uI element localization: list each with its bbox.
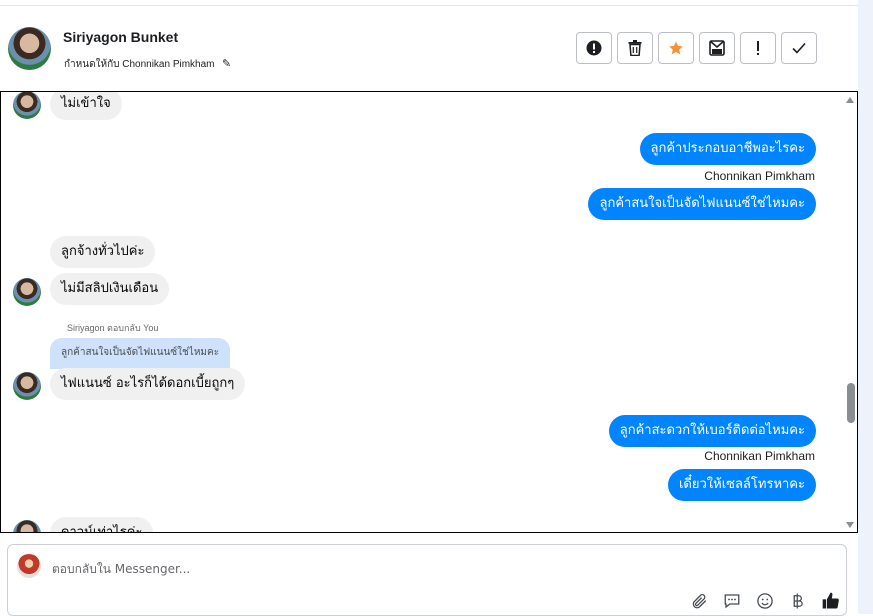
incoming-message: ไม่เข้าใจ (50, 92, 122, 120)
thread-scrollbar[interactable] (843, 92, 857, 532)
mark-done-button[interactable] (781, 32, 817, 64)
baht-icon[interactable] (787, 590, 809, 612)
scrollbar-thumb[interactable] (847, 383, 855, 423)
attachment-icon[interactable] (688, 590, 710, 612)
trash-icon (628, 40, 642, 56)
emoji-icon[interactable] (754, 590, 776, 612)
incoming-message: ลูกจ้างทั่วไปค่ะ (50, 236, 156, 268)
contact-avatar-small (13, 520, 41, 532)
incoming-message: ไม่มีสลิปเงินเดือน (50, 273, 170, 305)
alert-circle-icon (586, 40, 602, 56)
check-icon (792, 42, 806, 54)
contact-name[interactable]: Siriyagon Bunket (63, 29, 178, 45)
mark-unread-icon (709, 40, 725, 56)
important-button[interactable] (740, 32, 776, 64)
message-thread[interactable]: ไม่เข้าใจ ลูกค้าประกอบอาชีพอะไรคะ Chonni… (0, 91, 858, 533)
contact-avatar-small (13, 372, 41, 400)
edit-pencil-icon[interactable]: ✎ (222, 57, 231, 70)
outgoing-message: เดี๋ยวให้เซลล์โทรหาคะ (667, 469, 816, 501)
assigned-to-label: กำหนดให้กับ Chonnikan Pimkham (64, 59, 215, 70)
scroll-down-arrow-icon[interactable] (846, 522, 854, 528)
reply-indicator: Siriyagon ตอบกลับ You (67, 323, 159, 333)
outgoing-message: ลูกค้าประกอบอาชีพอะไรคะ (639, 133, 816, 165)
contact-avatar-small (13, 278, 41, 306)
page-avatar (17, 554, 41, 578)
scroll-up-arrow-icon[interactable] (846, 97, 854, 103)
quoted-message[interactable]: ลูกค้าสนใจเป็นจัดไฟแนนซ์ใช่ไหมคะ (50, 338, 231, 369)
incoming-message: ดาวน์เท่าไรค่ะ (50, 517, 154, 532)
alert-button[interactable] (576, 32, 612, 64)
header-actions (576, 32, 817, 64)
sender-name: Chonnikan Pimkham (704, 449, 815, 463)
contact-avatar[interactable] (8, 27, 51, 70)
star-button[interactable] (658, 32, 694, 64)
star-icon (669, 41, 683, 55)
reply-composer[interactable]: ตอบกลับใน Messenger... (7, 544, 847, 616)
incoming-message: ไฟแนนซ์ อะไรก็ได้ดอกเบี้ยถูกๆ (50, 368, 246, 400)
exclamation-icon (757, 41, 759, 55)
delete-button[interactable] (617, 32, 653, 64)
outgoing-message: ลูกค้าสนใจเป็นจัดไฟแนนซ์ใช่ไหมคะ (588, 188, 816, 220)
contact-avatar-small (13, 92, 41, 119)
thumbs-up-icon[interactable] (820, 590, 842, 612)
sender-name: Chonnikan Pimkham (704, 169, 815, 183)
composer-toolbar (688, 590, 842, 612)
reply-input[interactable]: ตอบกลับใน Messenger... (52, 560, 190, 579)
saved-reply-icon[interactable] (721, 590, 743, 612)
right-edge-strip (858, 0, 873, 614)
conversation-header: Siriyagon Bunket กำหนดให้กับ Chonnikan P… (0, 6, 858, 92)
mark-unread-button[interactable] (699, 32, 735, 64)
outgoing-message: ลูกค้าสะดวกให้เบอร์ติดต่อไหมคะ (608, 415, 816, 447)
